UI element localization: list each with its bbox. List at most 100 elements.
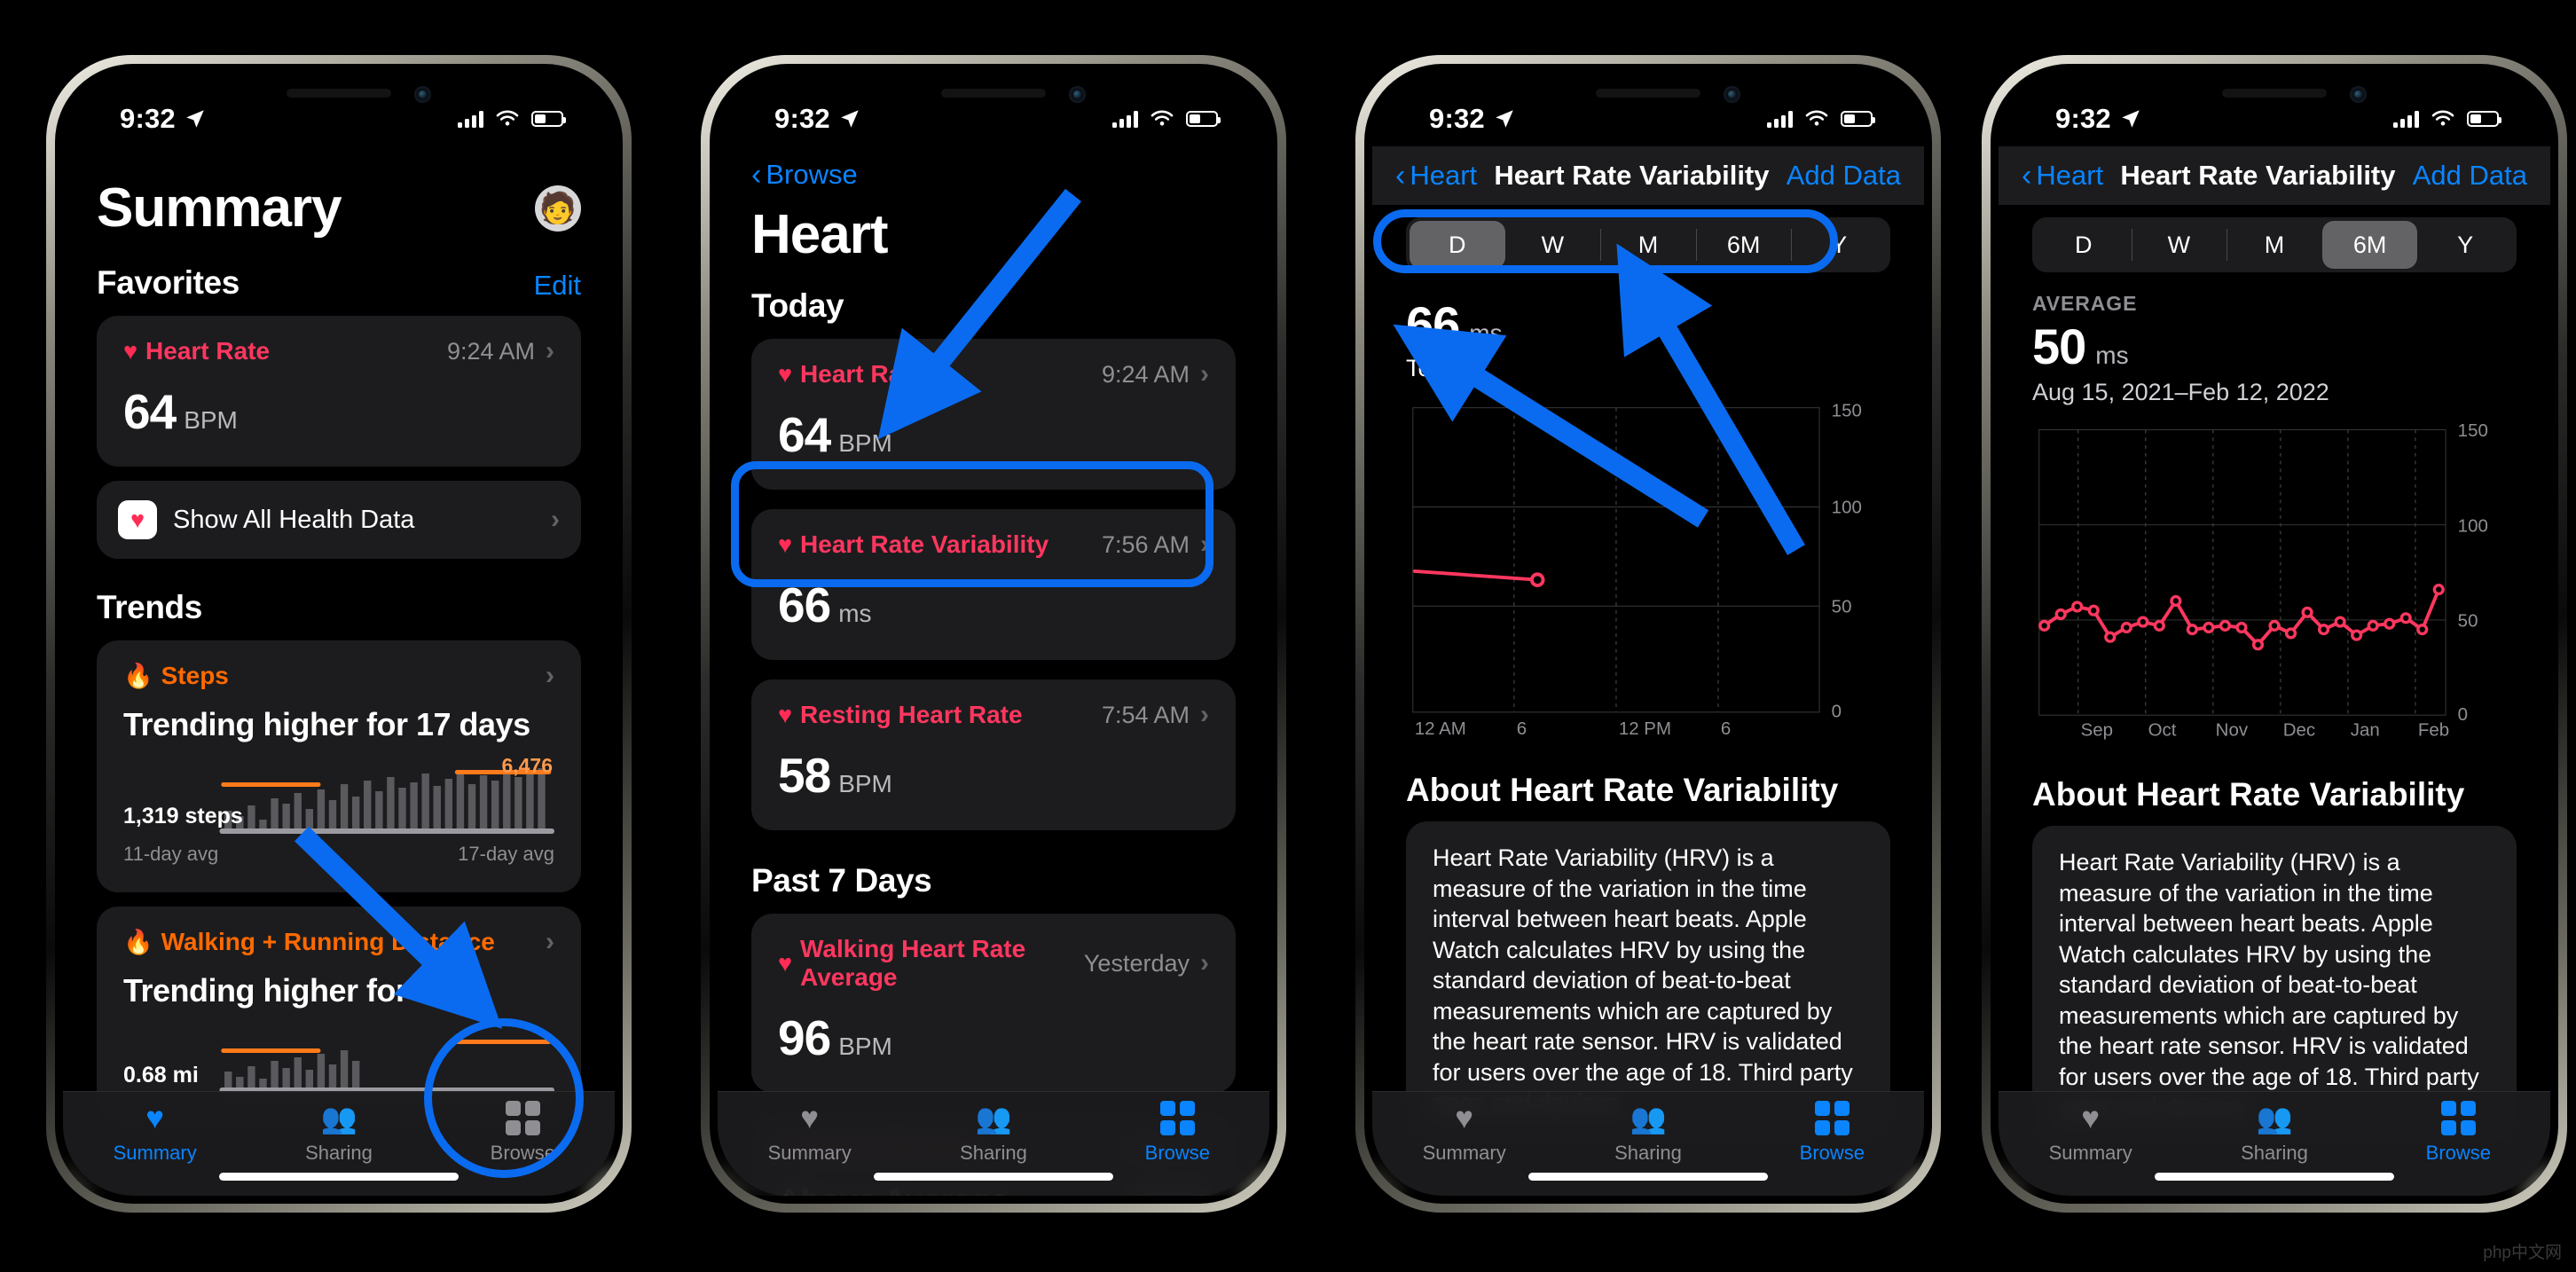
steps-right-value: 6,476: [501, 754, 553, 777]
phone-1-summary: 9:32 Summary 🧑 Favorites Edit ♥ Heart Ra…: [46, 55, 632, 1213]
range-segmented-control[interactable]: D W M 6M Y: [1406, 217, 1890, 272]
tab-summary[interactable]: ♥ Summary: [63, 1092, 247, 1196]
wifi-icon: [2431, 110, 2454, 126]
section-today-heading: Today: [751, 287, 844, 324]
home-indicator: [1528, 1173, 1768, 1181]
phone-4-hrv-6m: 9:32 ‹ Heart Heart Rate Variability Add …: [1982, 55, 2567, 1213]
svg-text:12 AM: 12 AM: [1415, 718, 1466, 739]
grid-icon: [1159, 1100, 1195, 1135]
back-to-heart-button[interactable]: ‹ Heart: [1395, 160, 1477, 192]
svg-text:Jan: Jan: [2351, 720, 2380, 741]
steps-right-sub: 17-day avg: [458, 843, 554, 865]
heart-rate-row[interactable]: ♥ Heart Rate 9:24 AM › 64 BPM: [751, 339, 1236, 490]
distance-left-value: 0.68 mi: [123, 1063, 199, 1087]
range-label: Today: [1406, 355, 1471, 381]
chevron-right-icon: ›: [1200, 948, 1209, 978]
battery-icon: [1841, 111, 1875, 127]
add-data-button[interactable]: Add Data: [1787, 160, 1901, 192]
svg-text:12 PM: 12 PM: [1619, 718, 1671, 739]
chevron-right-icon: ›: [546, 661, 554, 690]
date-range-label: Aug 15, 2021–Feb 12, 2022: [2032, 379, 2329, 405]
heart-rate-variability-row[interactable]: ♥ Heart Rate Variability 7:56 AM › 66 ms: [751, 509, 1236, 660]
trends-heading: Trends: [97, 589, 202, 625]
segment-m[interactable]: M: [2227, 221, 2322, 269]
notch: [208, 72, 470, 125]
avatar[interactable]: 🧑: [535, 185, 581, 232]
card-time: 9:24 AM: [446, 337, 535, 365]
chevron-right-icon: ›: [546, 336, 554, 365]
nav-title: Heart Rate Variability: [2120, 160, 2396, 191]
front-camera: [1724, 86, 1740, 103]
heart-icon: ♥: [800, 1100, 820, 1135]
tab-summary[interactable]: ♥ Summary: [718, 1092, 901, 1196]
notch: [2143, 72, 2406, 125]
front-camera: [2350, 86, 2367, 103]
trend-headline: Trending higher for 17 d: [123, 972, 479, 1009]
back-to-browse-button[interactable]: ‹ Browse: [751, 159, 1236, 191]
add-data-button[interactable]: Add Data: [2413, 160, 2527, 192]
tab-browse[interactable]: Browse: [1086, 1092, 1269, 1196]
earpiece-speaker: [1596, 89, 1700, 98]
svg-text:50: 50: [2458, 611, 2478, 632]
tab-summary[interactable]: ♥ Summary: [1372, 1092, 1556, 1196]
earpiece-speaker: [941, 89, 1046, 98]
notch: [862, 72, 1125, 125]
earpiece-speaker: [2222, 89, 2327, 98]
phone3-content: D W M 6M Y 66 ms Today 150 100 50 0 12 A…: [1372, 205, 1924, 1196]
grid-icon: [2440, 1100, 2476, 1135]
flame-icon: 🔥: [123, 662, 153, 689]
chevron-left-icon: ‹: [1395, 159, 1406, 192]
about-body: Heart Rate Variability (HRV) is a measur…: [2059, 849, 2479, 1120]
wifi-icon: [1805, 110, 1828, 126]
location-arrow-icon: [186, 110, 204, 128]
segment-w[interactable]: W: [2131, 221, 2227, 269]
steps-trend-chart: 6,476 1,319 steps: [123, 754, 554, 839]
tab-browse[interactable]: Browse: [1740, 1092, 1924, 1196]
segment-d[interactable]: D: [2036, 221, 2132, 269]
segment-y[interactable]: Y: [1791, 221, 1887, 269]
heart-icon: ♥: [123, 337, 138, 365]
home-indicator: [2155, 1173, 2394, 1181]
resting-heart-rate-row[interactable]: ♥ Resting Heart Rate 7:54 AM › 58 BPM: [751, 679, 1236, 830]
home-indicator: [219, 1173, 459, 1181]
segment-6m[interactable]: 6M: [1695, 221, 1792, 269]
walking-heart-rate-average-row[interactable]: ♥ Walking Heart Rate Average Yesterday › 9…: [751, 914, 1236, 1093]
svg-text:150: 150: [1832, 400, 1862, 420]
range-segmented-control[interactable]: D W M 6M Y: [2032, 217, 2517, 272]
steps-left-value: 1,319 steps: [123, 804, 243, 828]
segment-m[interactable]: M: [1600, 221, 1696, 269]
card-metric: 64 BPM: [123, 384, 238, 439]
location-arrow-icon: [841, 110, 859, 128]
svg-text:6: 6: [1517, 718, 1527, 739]
phone-2-heart: 9:32 ‹ Browse Heart Today ♥ Heart Rate 9…: [701, 55, 1286, 1213]
watermark: php中文网: [2483, 1244, 2562, 1262]
segment-6m[interactable]: 6M: [2321, 221, 2418, 269]
back-to-heart-button[interactable]: ‹ Heart: [2022, 160, 2103, 192]
heart-icon: ♥: [778, 701, 793, 728]
favorite-heart-rate-card[interactable]: ♥ Heart Rate 9:24 AM › 64 BPM: [97, 316, 581, 467]
phone-3-hrv-day: 9:32 ‹ Heart Heart Rate Variability Add …: [1355, 55, 1941, 1213]
svg-text:150: 150: [2458, 420, 2488, 441]
svg-text:Oct: Oct: [2148, 720, 2177, 741]
tab-browse[interactable]: Browse: [2367, 1092, 2550, 1196]
steps-left-sub: 11-day avg: [123, 843, 219, 865]
nav-title: Heart Rate Variability: [1494, 160, 1770, 191]
svg-text:100: 100: [1832, 498, 1862, 518]
edit-button[interactable]: Edit: [534, 270, 581, 302]
about-heading: About Heart Rate Variability: [1406, 772, 1839, 808]
show-all-health-data-row[interactable]: ♥ Show All Health Data ›: [97, 481, 581, 559]
home-indicator: [874, 1173, 1113, 1181]
svg-text:100: 100: [2458, 515, 2488, 536]
segment-w[interactable]: W: [1505, 221, 1601, 269]
tab-browse[interactable]: Browse: [431, 1092, 615, 1196]
heart-icon: ♥: [145, 1100, 165, 1135]
tab-summary[interactable]: ♥ Summary: [1999, 1092, 2182, 1196]
segment-y[interactable]: Y: [2417, 221, 2513, 269]
segment-d[interactable]: D: [1410, 221, 1505, 269]
hrv-6m-chart-svg: 150 100 50 0 Sep Oct Nov Dec Jan Feb: [2038, 420, 2488, 741]
current-value: 66 ms: [1406, 296, 1503, 352]
heart-icon: ♥: [778, 949, 793, 977]
trend-card-steps[interactable]: 🔥 Steps › Trending higher for 17 days 6,…: [97, 640, 581, 892]
battery-icon: [531, 111, 566, 127]
chevron-left-icon: ‹: [751, 158, 762, 192]
